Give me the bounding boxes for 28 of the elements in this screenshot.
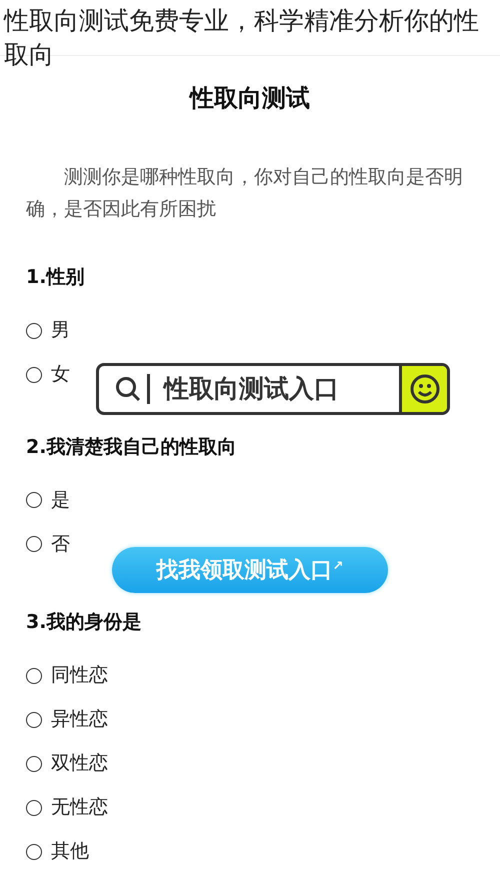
- question-title: 3.我的身份是: [25, 610, 142, 635]
- question-title: 1.性别: [25, 265, 86, 290]
- radio-button[interactable]: [26, 322, 42, 338]
- option-label[interactable]: 否: [51, 530, 70, 558]
- radio-button[interactable]: [26, 366, 42, 382]
- option-label[interactable]: 女: [51, 360, 70, 389]
- headline: 性取向测试免费专业，科学精准分析你的性取向: [4, 5, 480, 71]
- search-banner[interactable]: 性取向测试入口: [96, 363, 450, 415]
- radio-button[interactable]: [26, 492, 42, 508]
- intro-text: 测测你是哪种性取向，你对自己的性取向是否明确，是否因此有所困扰: [25, 165, 464, 222]
- search-icon: [115, 376, 141, 402]
- question-title: 2.我清楚我自己的性取向: [25, 434, 238, 460]
- smiley-icon: [408, 373, 440, 405]
- option-label[interactable]: 异性恋: [51, 705, 108, 734]
- page-title: 性取向测试: [188, 83, 311, 114]
- option-label[interactable]: 无性恋: [51, 793, 108, 822]
- radio-button[interactable]: [26, 756, 42, 772]
- radio-button[interactable]: [26, 800, 42, 816]
- radio-button[interactable]: [26, 536, 42, 552]
- option-label[interactable]: 双性恋: [51, 749, 108, 778]
- banner-text: 性取向测试入口: [164, 373, 339, 406]
- option-label[interactable]: 是: [51, 486, 70, 514]
- option-label[interactable]: 男: [51, 316, 70, 345]
- option-label[interactable]: 其他: [51, 837, 89, 866]
- radio-button[interactable]: [26, 712, 42, 728]
- option-label[interactable]: 同性恋: [51, 661, 108, 690]
- radio-button[interactable]: [26, 844, 42, 860]
- radio-button[interactable]: [26, 668, 42, 684]
